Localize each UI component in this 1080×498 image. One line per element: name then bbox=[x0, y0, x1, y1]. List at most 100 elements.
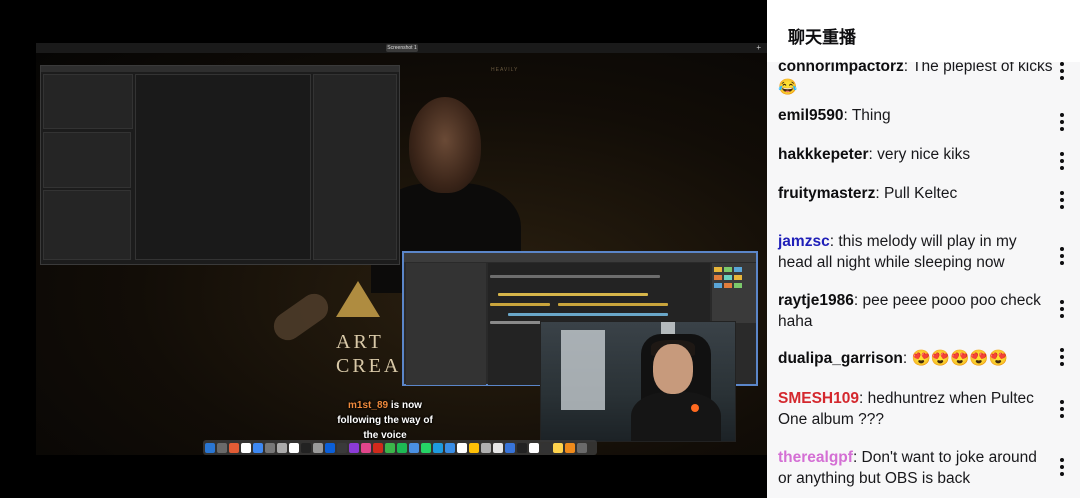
chat-message-text: very nice kiks bbox=[872, 146, 971, 163]
dot bbox=[1060, 159, 1064, 163]
dock-app-icon bbox=[457, 442, 467, 453]
follow-alert-text-3: the voice bbox=[363, 430, 407, 441]
dock-app-icon bbox=[325, 442, 335, 453]
chat-username[interactable]: hakkkepeter bbox=[778, 146, 868, 163]
chat-header: 聊天重播 bbox=[767, 0, 1080, 62]
follow-alert: m1st_89 is now following the way of the … bbox=[320, 398, 450, 443]
dot bbox=[1060, 458, 1064, 462]
chat-message: connorimpactorz: The plepiest of kicks 😂 bbox=[778, 56, 1054, 98]
dock-app-icon bbox=[469, 442, 479, 453]
chat-message-text: 😍😍😍😍😍 bbox=[907, 350, 1009, 367]
dot bbox=[1060, 472, 1064, 476]
wallpaper-text: HEAVILY bbox=[491, 67, 519, 73]
daw-mixer-slot bbox=[724, 283, 732, 288]
message-more-icon[interactable] bbox=[1058, 113, 1066, 137]
chat-username[interactable]: dualipa_garrison bbox=[778, 350, 903, 367]
message-more-icon[interactable] bbox=[1058, 458, 1066, 482]
message-more-icon[interactable] bbox=[1058, 400, 1066, 424]
microphone-icon bbox=[691, 404, 699, 412]
daw-clip bbox=[490, 303, 550, 306]
chat-message: SMESH109: hedhuntrez when Pultec One alb… bbox=[778, 388, 1054, 430]
message-more-icon[interactable] bbox=[1058, 247, 1066, 271]
message-more-icon[interactable] bbox=[1058, 300, 1066, 324]
dot bbox=[1060, 198, 1064, 202]
webcam-overlay bbox=[540, 321, 736, 442]
dock-app-icon bbox=[421, 442, 431, 453]
stream-video[interactable]: Screenshot 1 + HEAVILY ART CREA m1st_89 … bbox=[0, 0, 767, 498]
chat-username[interactable]: emil9590 bbox=[778, 107, 844, 124]
chat-username[interactable]: SMESH109 bbox=[778, 390, 859, 407]
dot bbox=[1060, 300, 1064, 304]
dock-app-icon bbox=[529, 442, 539, 453]
dock-app-icon bbox=[505, 442, 515, 453]
daw-mixer-slot bbox=[714, 275, 722, 280]
dot bbox=[1060, 400, 1064, 404]
editor-file-tree bbox=[43, 132, 131, 188]
dot bbox=[1060, 254, 1064, 258]
chat-username[interactable]: jamzsc bbox=[778, 233, 830, 250]
dock-app-icon bbox=[229, 442, 239, 453]
dock-app-icon bbox=[205, 442, 215, 453]
dock-app-icon bbox=[409, 442, 419, 453]
dot bbox=[1060, 113, 1064, 117]
chat-title: 聊天重播 bbox=[788, 28, 856, 48]
dock-app-icon bbox=[361, 442, 371, 453]
dock-app-icon bbox=[337, 442, 347, 453]
dot bbox=[1060, 152, 1064, 156]
dot bbox=[1060, 414, 1064, 418]
dot bbox=[1060, 205, 1064, 209]
chat-message: raytje1986: pee peee pooo poo check haha bbox=[778, 290, 1054, 332]
dock-app-icon bbox=[481, 442, 491, 453]
editor-canvas bbox=[135, 74, 311, 260]
follow-alert-text-1: is now bbox=[388, 400, 422, 411]
chat-username[interactable]: raytje1986 bbox=[778, 292, 854, 309]
editor-panel-top-left bbox=[43, 74, 133, 129]
webcam-door bbox=[561, 330, 605, 410]
dot bbox=[1060, 355, 1064, 359]
dock-app-icon bbox=[253, 442, 263, 453]
chat-message: emil9590: Thing bbox=[778, 105, 1054, 126]
dock-app-icon bbox=[565, 442, 575, 453]
daw-clip bbox=[558, 303, 668, 306]
dock-app-icon bbox=[265, 442, 275, 453]
chat-username[interactable]: fruitymasterz bbox=[778, 185, 875, 202]
chat-message: therealgpf: Don't want to joke around or… bbox=[778, 447, 1054, 489]
daw-mixer-slot bbox=[724, 267, 732, 272]
editor-titlebar bbox=[41, 66, 399, 72]
daw-browser bbox=[406, 263, 486, 385]
editor-panel-right bbox=[313, 74, 397, 260]
chat-message: jamzsc: this melody will play in my head… bbox=[778, 231, 1054, 273]
daw-mixer-slot bbox=[734, 267, 742, 272]
chat-message: hakkkepeter: very nice kiks bbox=[778, 144, 1054, 165]
message-more-icon[interactable] bbox=[1058, 191, 1066, 215]
editor-window bbox=[40, 65, 400, 265]
dot bbox=[1060, 191, 1064, 195]
wallpaper-hand bbox=[268, 288, 334, 346]
editor-panel-bottom-left bbox=[43, 190, 131, 260]
dot bbox=[1060, 127, 1064, 131]
chat-username[interactable]: therealgpf bbox=[778, 449, 853, 466]
message-more-icon[interactable] bbox=[1058, 152, 1066, 176]
dock-app-icon bbox=[217, 442, 227, 453]
dock-app-icon bbox=[349, 442, 359, 453]
dock-app-icon bbox=[493, 442, 503, 453]
daw-mixer-slot bbox=[714, 283, 722, 288]
dock-app-icon bbox=[277, 442, 287, 453]
webcam-streamer-face bbox=[653, 344, 693, 394]
dock-app-icon bbox=[433, 442, 443, 453]
message-more-icon[interactable] bbox=[1058, 62, 1066, 86]
daw-clip bbox=[498, 293, 648, 296]
dock-app-icon bbox=[553, 442, 563, 453]
dock-app-icon bbox=[313, 442, 323, 453]
new-tab-icon: + bbox=[756, 43, 761, 52]
chat-message: fruitymasterz: Pull Keltec bbox=[778, 183, 1054, 204]
webcam-streamer-body bbox=[631, 392, 721, 441]
dock-app-icon bbox=[241, 442, 251, 453]
daw-titlebar bbox=[404, 253, 756, 262]
chat-message-text: Pull Keltec bbox=[879, 185, 958, 202]
dot bbox=[1060, 120, 1064, 124]
dot bbox=[1060, 62, 1064, 66]
dot bbox=[1060, 166, 1064, 170]
message-more-icon[interactable] bbox=[1058, 348, 1066, 372]
dot bbox=[1060, 261, 1064, 265]
